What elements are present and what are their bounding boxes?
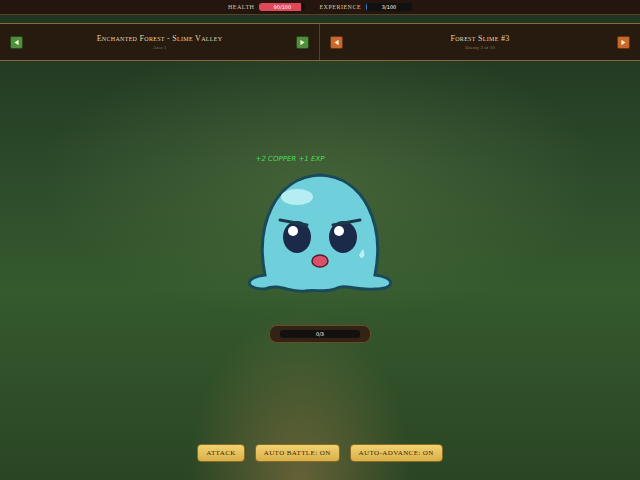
arrow-right-icon xyxy=(620,39,627,46)
arrow-left-icon xyxy=(13,39,20,46)
arrow-right-icon xyxy=(299,39,306,46)
action-buttons: ATTACK AUTO BATTLE: ON AUTO-ADVANCE: ON xyxy=(197,444,443,462)
slime-icon[interactable] xyxy=(235,165,405,297)
previous-button[interactable] xyxy=(10,36,23,49)
game-screen: HEALTH 90/100 EXPERIENCE 3/100 Enchanted For… xyxy=(0,0,640,480)
navigator-label: Enchanted Forest - Slime Valley Area 1 xyxy=(97,34,223,50)
stat: EXPERIENCE 3/100 xyxy=(319,3,412,11)
navigator-title: Enchanted Forest - Slime Valley xyxy=(97,34,223,43)
battle-scene: +2 COPPER +1 EXP 0/3 ATTACK AUTO BATTLE: ON… xyxy=(0,61,640,480)
stat-bar: 3/100 xyxy=(366,3,412,11)
navigator-subtitle: Enemy 3 of 10 xyxy=(465,45,495,50)
navigator: Enchanted Forest - Slime Valley Area 1 xyxy=(0,24,320,60)
navigator-label: Forest Slime #3 Enemy 3 of 10 xyxy=(450,34,509,50)
navigation-panel: Enchanted Forest - Slime Valley Area 1 For… xyxy=(0,23,640,61)
stat-label: HEALTH xyxy=(228,4,254,10)
enemy-health: 0/3 xyxy=(269,325,371,343)
stat: HEALTH 90/100 xyxy=(228,3,305,11)
action-button[interactable]: ATTACK xyxy=(197,444,244,462)
reward-text: +2 COPPER +1 EXP xyxy=(256,155,325,163)
stat-fill xyxy=(366,3,367,11)
action-button[interactable]: AUTO BATTLE: ON xyxy=(255,444,340,462)
arrow-left-icon xyxy=(333,39,340,46)
stat-bar: 90/100 xyxy=(259,3,305,11)
enemy-health-bar: 0/3 xyxy=(280,330,360,338)
stats-bar: HEALTH 90/100 EXPERIENCE 3/100 xyxy=(0,0,640,15)
stat-label: EXPERIENCE xyxy=(319,4,361,10)
navigator-title: Forest Slime #3 xyxy=(450,34,509,43)
stat-value: 90/100 xyxy=(274,4,292,10)
stat-value: 3/100 xyxy=(382,4,396,10)
enemy-health-value: 0/3 xyxy=(316,331,324,337)
next-button[interactable] xyxy=(296,36,309,49)
next-button[interactable] xyxy=(617,36,630,49)
previous-button[interactable] xyxy=(330,36,343,49)
navigator-subtitle: Area 1 xyxy=(153,45,166,50)
action-button[interactable]: AUTO-ADVANCE: ON xyxy=(350,444,443,462)
navigator: Forest Slime #3 Enemy 3 of 10 xyxy=(320,24,640,60)
